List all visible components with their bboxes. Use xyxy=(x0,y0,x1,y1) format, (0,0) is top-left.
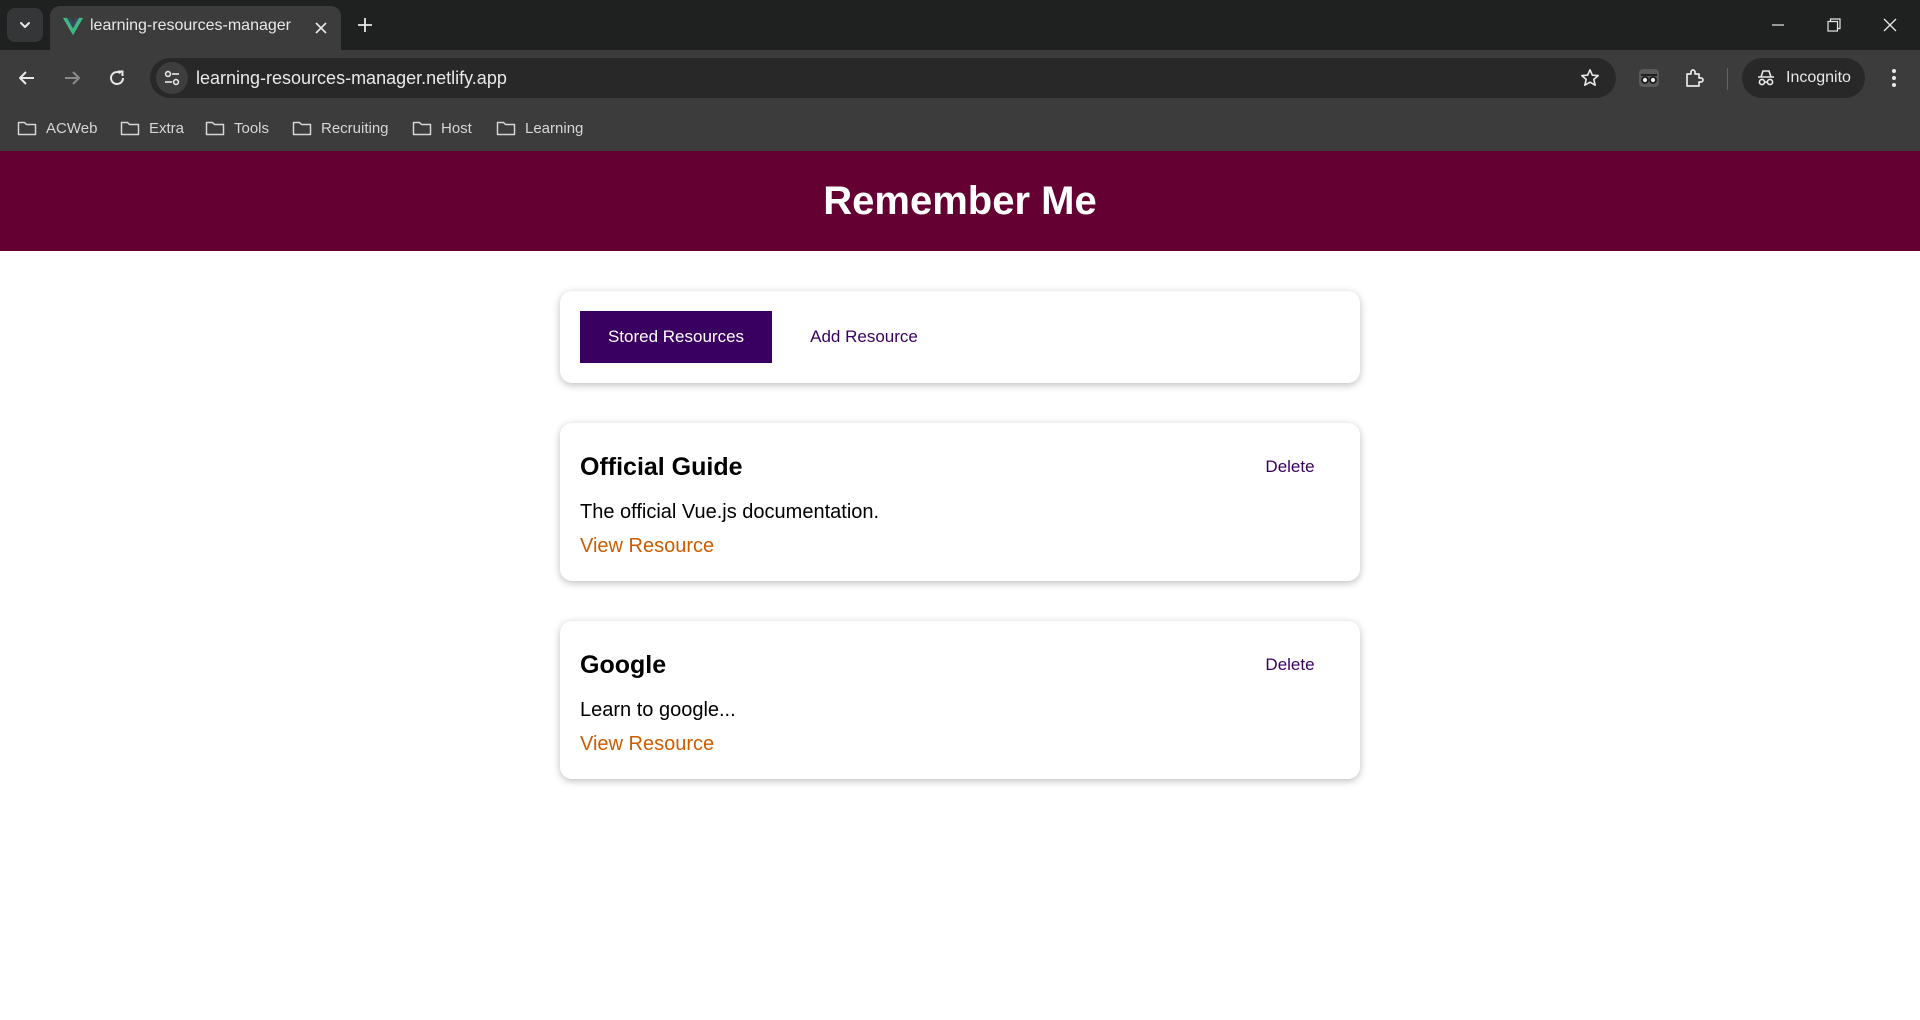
address-bar[interactable]: learning-resources-manager.netlify.app xyxy=(150,58,1616,98)
vue-logo-icon xyxy=(62,17,84,36)
resource-nav-card: Stored Resources Add Resource xyxy=(560,291,1360,383)
incognito-label: Incognito xyxy=(1786,69,1851,86)
folder-icon xyxy=(412,121,432,136)
delete-button[interactable]: Delete xyxy=(1244,447,1336,487)
close-icon xyxy=(315,22,327,34)
browser-titlebar: learning-resources-manager xyxy=(0,0,1920,50)
folder-icon xyxy=(496,121,516,136)
back-button[interactable] xyxy=(9,60,45,96)
arrow-left-icon xyxy=(19,71,34,85)
tab-title: learning-resources-manager xyxy=(90,17,291,34)
toolbar-separator xyxy=(1727,68,1728,90)
resource-description: The official Vue.js documentation. xyxy=(580,501,880,523)
bookmark-label: Host xyxy=(441,119,472,137)
close-window-button[interactable] xyxy=(1862,0,1918,50)
tab-close-button[interactable] xyxy=(308,15,334,41)
bookmark-recruiting[interactable]: Recruiting xyxy=(292,114,389,142)
tune-icon xyxy=(164,70,180,86)
bookmark-extra[interactable]: Extra xyxy=(120,114,184,142)
reload-button[interactable] xyxy=(99,60,135,96)
reload-icon xyxy=(110,70,124,85)
forward-button[interactable] xyxy=(54,60,90,96)
incognito-extension-icon xyxy=(1639,69,1659,87)
resource-title: Official Guide xyxy=(580,453,743,481)
new-tab-button[interactable] xyxy=(350,10,380,40)
puzzle-icon xyxy=(1686,69,1704,87)
bookmark-label: ACWeb xyxy=(46,119,98,137)
bookmark-host[interactable]: Host xyxy=(412,114,472,142)
bookmark-star-button[interactable] xyxy=(1576,64,1604,92)
folder-icon xyxy=(205,121,225,136)
delete-button[interactable]: Delete xyxy=(1244,645,1336,685)
resource-title: Google xyxy=(580,651,667,679)
bookmark-learning[interactable]: Learning xyxy=(496,114,583,142)
bookmark-acweb[interactable]: ACWeb xyxy=(17,114,97,142)
resource-card: Google Delete Learn to google... View Re… xyxy=(560,621,1360,779)
app-header: Remember Me xyxy=(0,151,1920,251)
add-resource-button[interactable]: Add Resource xyxy=(788,311,940,363)
url-text: learning-resources-manager.netlify.app xyxy=(196,68,507,88)
site-info-button[interactable] xyxy=(156,62,188,94)
browser-tab[interactable]: learning-resources-manager xyxy=(50,6,341,50)
view-resource-link[interactable]: View Resource xyxy=(580,535,714,558)
browser-toolbar: learning-resources-manager.netlify.app I… xyxy=(0,50,1920,106)
resource-card: Official Guide Delete The official Vue.j… xyxy=(560,423,1360,581)
bookmarks-bar: ACWeb Extra Tools Recruiting Host Learni… xyxy=(0,106,1920,151)
plus-icon xyxy=(358,18,372,32)
minimize-icon xyxy=(1772,24,1784,26)
browser-menu-button[interactable] xyxy=(1877,60,1911,96)
extensions-button[interactable] xyxy=(1677,60,1713,96)
restore-button[interactable] xyxy=(1806,0,1862,50)
bookmark-label: Tools xyxy=(234,119,270,137)
folder-icon xyxy=(292,121,312,136)
chevron-down-icon xyxy=(20,22,30,28)
incognito-indicator[interactable]: Incognito xyxy=(1742,58,1865,98)
resource-description: Learn to google... xyxy=(580,699,736,721)
restore-icon xyxy=(1827,18,1841,32)
stored-resources-button[interactable]: Stored Resources xyxy=(580,311,772,363)
minimize-button[interactable] xyxy=(1750,0,1806,50)
tab-search-button[interactable] xyxy=(7,8,43,42)
bookmark-label: Extra xyxy=(149,119,185,137)
bookmark-label: Learning xyxy=(525,119,584,137)
folder-icon xyxy=(17,121,37,136)
bookmark-label: Recruiting xyxy=(321,119,389,137)
app-title: Remember Me xyxy=(823,178,1097,223)
star-icon xyxy=(1581,69,1599,86)
folder-icon xyxy=(120,121,140,136)
bookmark-tools[interactable]: Tools xyxy=(205,114,269,142)
view-resource-link[interactable]: View Resource xyxy=(580,733,714,756)
profile-extension-button[interactable] xyxy=(1631,60,1667,96)
close-icon xyxy=(1883,18,1897,32)
incognito-icon xyxy=(1758,70,1774,86)
more-vertical-icon xyxy=(1892,69,1896,87)
arrow-right-icon xyxy=(65,71,80,85)
